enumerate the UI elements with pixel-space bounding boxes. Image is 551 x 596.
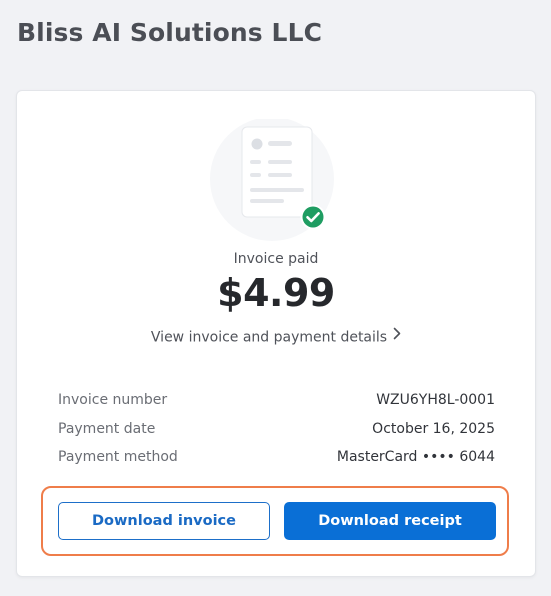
merchant-name: Bliss AI Solutions LLC [17, 18, 323, 47]
check-circle-icon [300, 204, 326, 230]
download-invoice-button[interactable]: Download invoice [58, 502, 270, 540]
download-receipt-button[interactable]: Download receipt [284, 502, 496, 540]
invoice-amount: $4.99 [217, 271, 335, 315]
view-invoice-details-link[interactable]: View invoice and payment details [17, 327, 535, 346]
detail-row-payment-method: Payment method MasterCard •••• 6044 [58, 447, 495, 476]
download-actions-highlight: Download invoice Download receipt [41, 486, 509, 556]
invoice-card: Invoice paid $4.99 View invoice and paym… [16, 90, 536, 577]
detail-label: Payment date [58, 420, 156, 437]
chevron-right-icon [393, 327, 401, 344]
detail-value: October 16, 2025 [372, 420, 495, 437]
payment-details: Invoice number WZU6YH8L-0001 Payment dat… [58, 390, 495, 476]
detail-value: MasterCard •••• 6044 [336, 449, 495, 465]
detail-label: Payment method [58, 449, 178, 465]
invoice-illustration [202, 119, 352, 249]
detail-row-invoice-number: Invoice number WZU6YH8L-0001 [58, 390, 495, 419]
detail-value: WZU6YH8L-0001 [376, 392, 495, 408]
detail-label: Invoice number [58, 392, 168, 408]
detail-row-payment-date: Payment date October 16, 2025 [58, 419, 495, 448]
view-invoice-details-label: View invoice and payment details [150, 329, 388, 346]
document-icon [210, 119, 334, 241]
invoice-status-label: Invoice paid [233, 251, 319, 267]
